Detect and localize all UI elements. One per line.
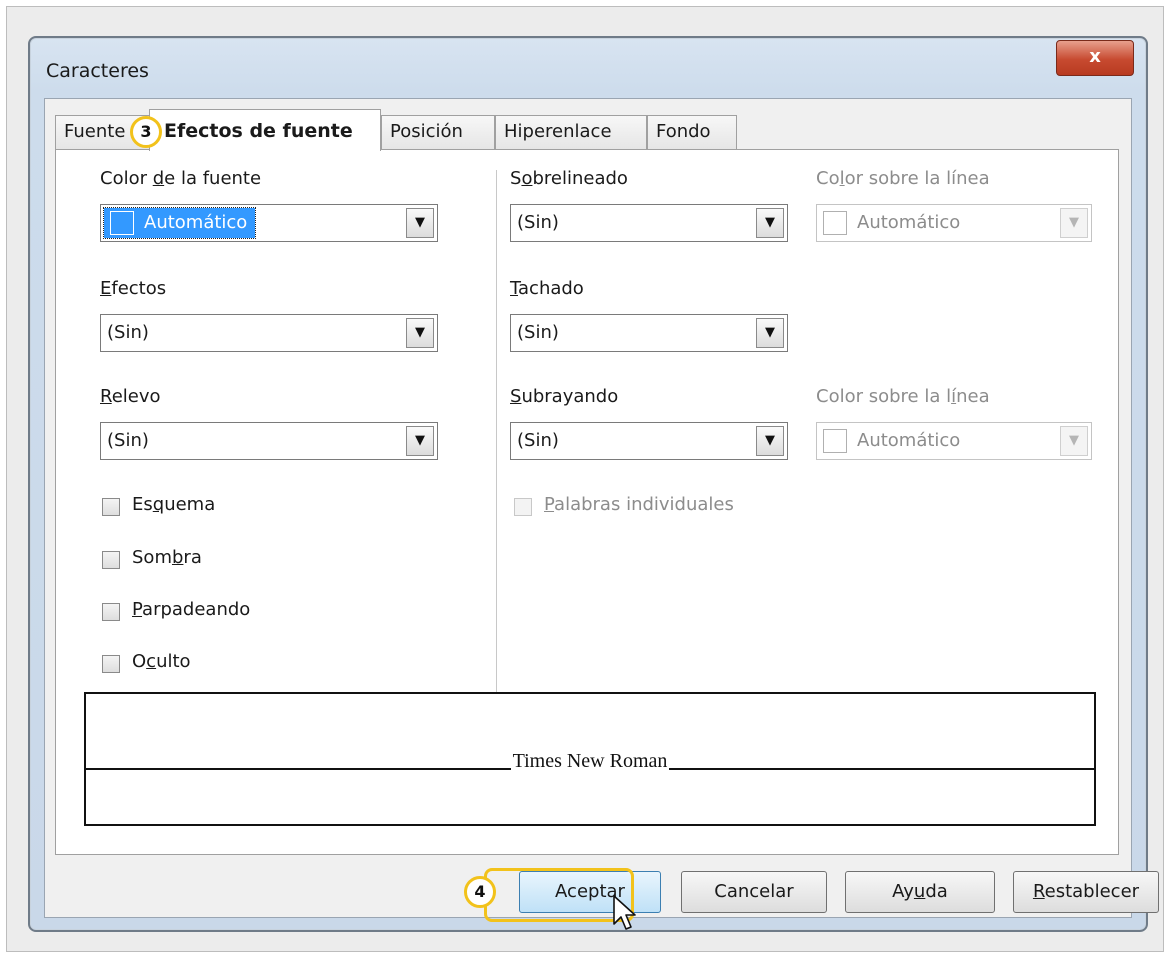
column-divider — [496, 170, 497, 700]
selected-value: (Sin) — [107, 322, 149, 343]
hidden-checkbox[interactable] — [102, 655, 120, 673]
dialog-title: Caracteres — [46, 60, 149, 82]
blinking-label: Parpadeando — [132, 599, 251, 620]
tab-label: Fuente — [64, 121, 126, 142]
strikethrough-select[interactable]: (Sin) ▼ — [510, 314, 788, 352]
overline-color-label: Color sobre la línea — [816, 168, 990, 189]
characters-dialog: Caracteres x Fuente Efectos de fuente Po… — [28, 36, 1159, 932]
shadow-checkbox[interactable] — [102, 551, 120, 569]
tab-label: Fondo — [656, 121, 711, 142]
chevron-down-icon[interactable]: ▼ — [1060, 208, 1088, 238]
selected-value: (Sin) — [107, 430, 149, 451]
outline-checkbox[interactable] — [102, 498, 120, 516]
chevron-down-icon[interactable]: ▼ — [756, 426, 784, 456]
selected-value: (Sin) — [517, 212, 559, 233]
shadow-label: Sombra — [132, 547, 202, 568]
chevron-down-icon[interactable]: ▼ — [756, 318, 784, 348]
close-button[interactable]: x — [1056, 40, 1134, 76]
tab-fondo[interactable]: Fondo — [647, 115, 737, 149]
font-color-select[interactable]: Automático ▼ — [100, 204, 438, 242]
overline-label: Sobrelineado — [510, 168, 628, 189]
preview-text: Times New Roman — [510, 750, 670, 772]
underline-label: Subrayando — [510, 386, 619, 407]
chevron-down-icon[interactable]: ▼ — [756, 208, 784, 238]
color-swatch — [823, 429, 847, 453]
individual-words-checkbox[interactable] — [514, 498, 532, 516]
reset-button[interactable]: Restablecer — [1013, 871, 1159, 913]
individual-words-label: Palabras individuales — [544, 494, 734, 515]
effects-label: Efectos — [100, 278, 167, 299]
tab-label: Efectos de fuente — [164, 120, 353, 142]
underline-color-select[interactable]: Automático ▼ — [816, 422, 1092, 460]
selected-value: Automático — [102, 207, 257, 239]
close-icon: x — [1089, 46, 1101, 67]
mouse-pointer-icon — [613, 895, 636, 930]
color-swatch — [823, 211, 847, 235]
selected-value: (Sin) — [517, 430, 559, 451]
selected-value: (Sin) — [517, 322, 559, 343]
color-swatch — [110, 211, 134, 235]
underline-select[interactable]: (Sin) ▼ — [510, 422, 788, 460]
chevron-down-icon[interactable]: ▼ — [406, 208, 434, 238]
selected-value: Automático — [823, 423, 960, 459]
effects-select[interactable]: (Sin) ▼ — [100, 314, 438, 352]
font-color-label: Color de la fuente — [100, 168, 262, 189]
tab-efectos-de-fuente[interactable]: Efectos de fuente — [149, 109, 381, 151]
relief-select[interactable]: (Sin) ▼ — [100, 422, 438, 460]
selected-value: Automático — [823, 205, 960, 241]
tab-label: Posición — [390, 121, 463, 142]
tab-label: Hiperenlace — [504, 121, 612, 142]
help-button[interactable]: Ayuda — [845, 871, 995, 913]
overline-color-select[interactable]: Automático ▼ — [816, 204, 1092, 242]
hidden-label: Oculto — [132, 651, 191, 672]
step-4-badge: 4 — [464, 876, 496, 908]
overline-select[interactable]: (Sin) ▼ — [510, 204, 788, 242]
chevron-down-icon[interactable]: ▼ — [406, 426, 434, 456]
font-effects-panel: Color de la fuente Automático ▼ Efectos … — [55, 149, 1119, 855]
font-preview: Times New Roman — [84, 692, 1096, 826]
tab-posicion[interactable]: Posición — [381, 115, 495, 149]
outline-label: Esquema — [132, 494, 216, 515]
cancel-button[interactable]: Cancelar — [681, 871, 827, 913]
tab-hiperenlace[interactable]: Hiperenlace — [495, 115, 647, 149]
step-3-badge: 3 — [130, 116, 162, 148]
chevron-down-icon[interactable]: ▼ — [1060, 426, 1088, 456]
underline-color-label: Color sobre la línea — [816, 386, 990, 407]
chevron-down-icon[interactable]: ▼ — [406, 318, 434, 348]
strikethrough-label: Tachado — [510, 278, 584, 299]
dialog-client-area: Fuente Efectos de fuente Posición Hipere… — [44, 98, 1159, 918]
blinking-checkbox[interactable] — [102, 603, 120, 621]
relief-label: Relevo — [100, 386, 161, 407]
